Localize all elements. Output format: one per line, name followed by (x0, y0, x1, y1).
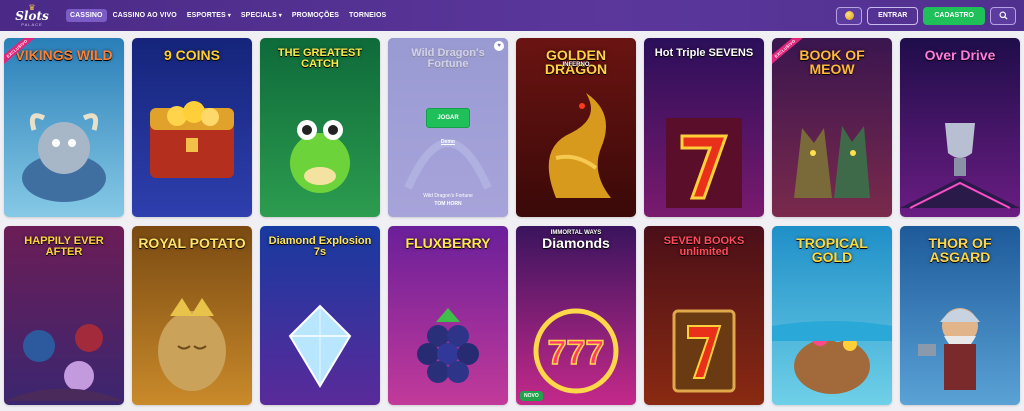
game-name: Wild Dragon's Fortune (423, 193, 473, 199)
new-badge: NOVO (520, 391, 543, 401)
game-title: ROYAL POTATO (138, 235, 246, 251)
game-tile-happily[interactable]: HAPPILY EVER AFTER (4, 226, 124, 405)
game-title: Over Drive (924, 47, 996, 63)
svg-text:777: 777 (548, 334, 605, 372)
game-tile-meow[interactable]: BOOK OF MEOW EXCLUSIVO (772, 38, 892, 217)
site-logo[interactable]: ♛ Slots PALACE (6, 0, 58, 31)
chevron-down-icon: ▾ (227, 13, 231, 19)
search-button[interactable] (990, 6, 1016, 25)
demo-link[interactable]: Demo (388, 139, 508, 145)
game-tile-overdrive[interactable]: Over Drive (900, 38, 1020, 217)
search-icon (998, 11, 1008, 20)
game-artwork: 777 (516, 226, 636, 405)
game-tile-flux[interactable]: FLUXBERRY (388, 226, 508, 405)
nav-item-label: CASSINO AO VIVO (112, 12, 177, 19)
game-subtitle: IMMORTAL WAYS (550, 230, 602, 236)
game-tile-thor[interactable]: THOR OF ASGARD (900, 226, 1020, 405)
game-artwork (388, 226, 508, 405)
currency-button[interactable] (836, 6, 863, 25)
game-tile-immortal[interactable]: 777 Diamonds IMMORTAL WAYS NOVO (516, 226, 636, 405)
game-title: BOOK OF MEOW (799, 47, 865, 77)
nav-item-label: SPECIALS (240, 12, 277, 19)
game-artwork (644, 38, 764, 217)
nav-item-label: TORNEIOS (349, 12, 387, 19)
top-navigation-bar: ♛ Slots PALACE CASSINO CASSINO AO VIVO ESP… (0, 0, 1024, 31)
game-title: SEVEN BOOKS unlimited (663, 235, 745, 258)
game-title: FLUXBERRY (405, 235, 491, 251)
nav-item-torneios[interactable]: TORNEIOS (345, 9, 390, 22)
nav-item-cassino[interactable]: CASSINO (66, 9, 107, 22)
game-tile-vikings[interactable]: VIKINGS WILD EXCLUSIVO (4, 38, 124, 217)
game-title: Hot Triple SEVENS (654, 47, 754, 59)
logo-subtitle: PALACE (21, 21, 43, 27)
nav-item-cassino-ao-vivo[interactable]: CASSINO AO VIVO (109, 9, 181, 22)
game-artwork (900, 38, 1020, 217)
game-tile-books[interactable]: SEVEN BOOKS unlimited (644, 226, 764, 405)
nav-item-label: PROMOÇÕES (291, 12, 340, 19)
play-button[interactable]: JOGAR (426, 108, 470, 128)
game-tile-diamond[interactable]: Diamond Explosion 7s (260, 226, 380, 405)
coin-icon (844, 11, 854, 20)
game-provider: TOM HORN (434, 201, 462, 207)
heart-icon[interactable]: ♥ (494, 41, 504, 51)
header-actions: ENTRAR CADASTRO (836, 6, 1016, 25)
game-title: Diamond Explosion 7s (268, 235, 372, 258)
game-tile-golden[interactable]: GOLDEN DRAGON INFERNO (516, 38, 636, 217)
game-tile-greatest[interactable]: THE GREATEST CATCH (260, 38, 380, 217)
game-subtitle: INFERNO (562, 62, 590, 68)
signup-button[interactable]: CADASTRO (923, 6, 985, 25)
game-title: THE GREATEST CATCH (277, 47, 363, 70)
nav-item-esportes[interactable]: ESPORTES ▾ (183, 9, 235, 22)
game-tile-tropical[interactable]: TROPICAL GOLD (772, 226, 892, 405)
game-title: VIKINGS WILD (15, 47, 113, 63)
nav-item-specials[interactable]: SPECIALS ▾ (237, 9, 286, 22)
game-artwork (132, 226, 252, 405)
game-tile-potato[interactable]: ROYAL POTATO (132, 226, 252, 405)
game-title: 9 COINS (163, 47, 220, 63)
game-tile-dragons[interactable]: Wild Dragon's Fortune ♥ JOGAR Demo Wild … (388, 38, 508, 217)
game-title: THOR OF ASGARD (928, 235, 992, 265)
logo-wordmark: Slots (15, 8, 49, 23)
game-title: Diamonds (542, 235, 610, 251)
games-grid: VIKINGS WILD EXCLUSIVO 9 COINS THE GREATE… (4, 38, 1020, 405)
game-title: HAPPILY EVER AFTER (24, 235, 104, 258)
chevron-down-icon: ▾ (278, 13, 282, 19)
login-button[interactable]: ENTRAR (867, 6, 919, 25)
game-tile-9coins[interactable]: 9 COINS (132, 38, 252, 217)
main-nav: CASSINO CASSINO AO VIVO ESPORTES ▾ SPECIALS ▾… (66, 9, 390, 22)
nav-item-label: ESPORTES (186, 12, 226, 19)
game-tile-sevens[interactable]: Hot Triple SEVENS (644, 38, 764, 217)
nav-item-promo-es[interactable]: PROMOÇÕES (288, 9, 343, 22)
game-artwork (132, 38, 252, 217)
game-artwork (4, 38, 124, 217)
game-title: TROPICAL GOLD (796, 235, 868, 265)
nav-item-label: CASSINO (70, 12, 103, 19)
